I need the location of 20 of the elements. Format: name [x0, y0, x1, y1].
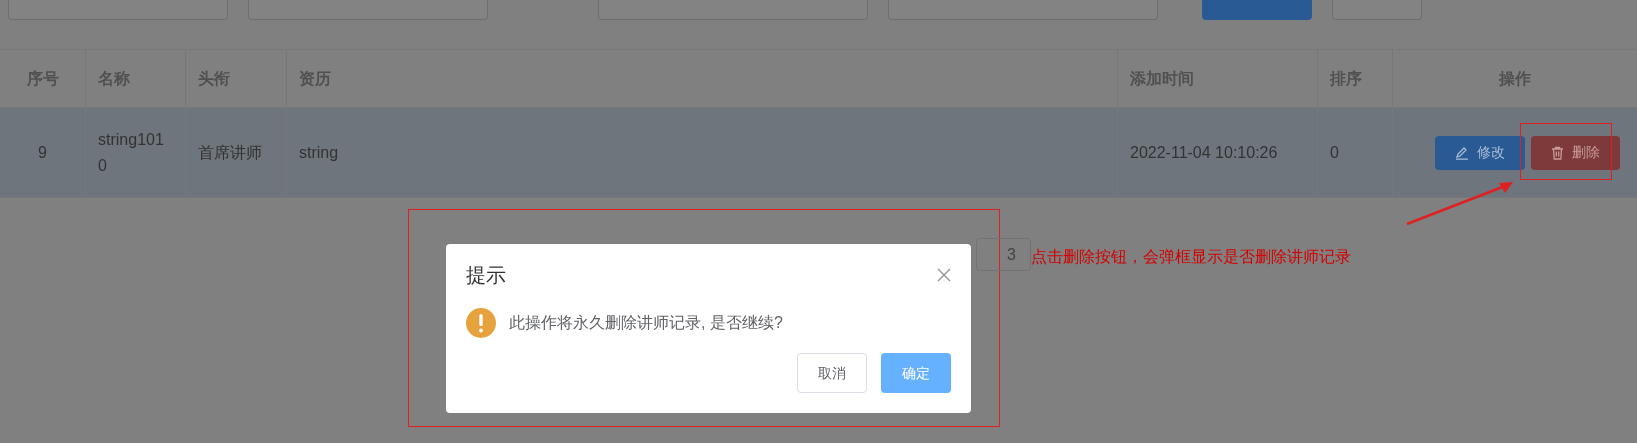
- edit-button[interactable]: 修改: [1434, 135, 1525, 170]
- annotation-text: 点击删除按钮，会弹框显示是否删除讲师记录: [1031, 247, 1351, 267]
- close-icon[interactable]: [937, 268, 951, 282]
- warning-icon: [466, 308, 496, 338]
- dialog-message: 此操作将永久删除讲师记录, 是否继续?: [509, 313, 783, 333]
- table-cell-text: string1010: [98, 129, 165, 176]
- table-cell-text: 0: [1330, 142, 1339, 163]
- dialog-title: 提示: [466, 263, 506, 288]
- search-button[interactable]: [1202, 0, 1312, 20]
- table-cell-text: 9: [38, 142, 47, 163]
- trash-icon: [1550, 145, 1564, 160]
- cancel-button[interactable]: 取消: [797, 353, 867, 393]
- pencil-icon: [1454, 145, 1469, 160]
- delete-button[interactable]: 删除: [1530, 135, 1620, 170]
- page-number[interactable]: 3: [1007, 242, 1016, 267]
- table-cell-text: 首席讲师: [198, 142, 262, 163]
- table-cell-text: 2022-11-04 10:10:26: [1130, 142, 1278, 163]
- confirm-button[interactable]: 确定: [881, 353, 951, 393]
- table-cell-text: string: [299, 142, 339, 163]
- table-row[interactable]: 9 string1010 首席讲师 string 2022-11-04 10:10:26 0 修改 删除: [0, 108, 1637, 198]
